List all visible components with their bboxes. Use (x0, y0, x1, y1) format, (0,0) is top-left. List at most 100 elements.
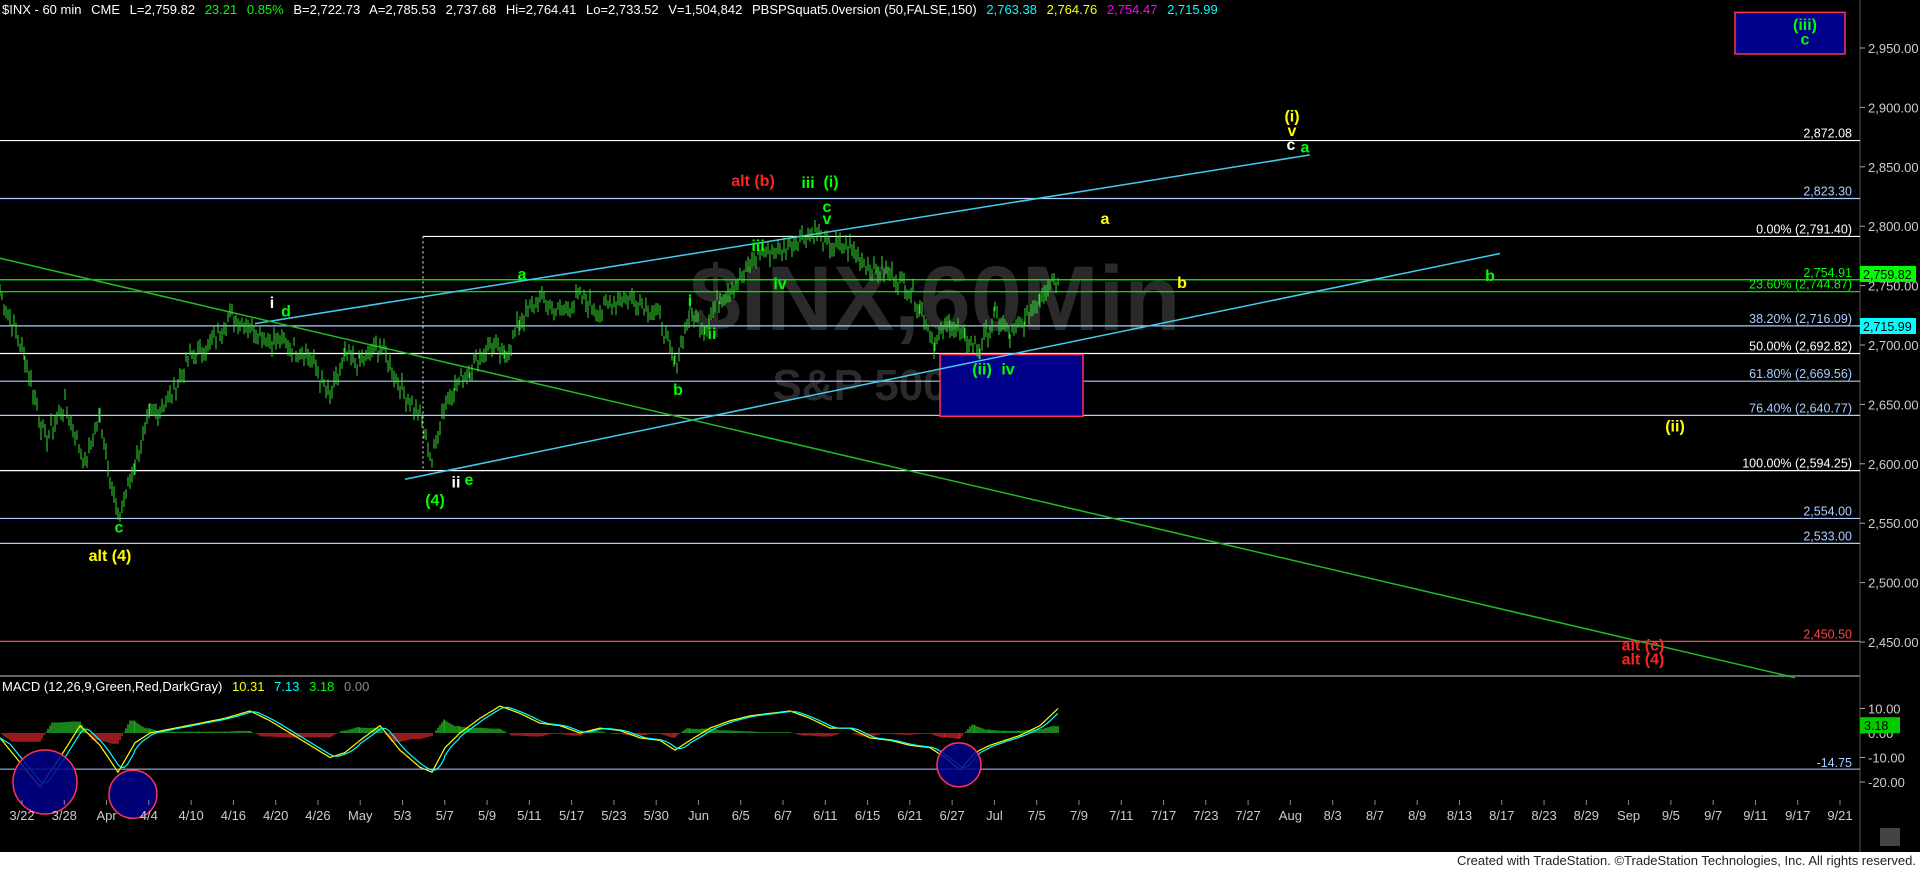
date-tick-label: 7/9 (1070, 808, 1088, 823)
exchange-label: CME (91, 2, 120, 17)
price-tick-label: 2,850.00 (1868, 160, 1919, 175)
open-value: 2,737.68 (445, 2, 497, 17)
price-tick-label: 2,800.00 (1868, 219, 1919, 234)
date-tick-label: 6/21 (897, 808, 922, 823)
date-tick-label: Jun (688, 808, 709, 823)
wave-label: ii (708, 326, 717, 343)
level-label: 2,533.00 (1803, 529, 1852, 543)
study-label: PBSPSquat5.0version (50,FALSE,150) (752, 2, 977, 17)
macd-header: MACD (12,26,9,Green,Red,DarkGray) 10.31 … (2, 679, 375, 694)
date-tick-label: 9/21 (1827, 808, 1852, 823)
level-label: 50.00% (2,692.82) (1749, 340, 1852, 354)
wave-label: b (673, 382, 683, 399)
price-tick-label: 2,700.00 (1868, 338, 1919, 353)
price-badge-label: 2,715.99 (1863, 320, 1912, 334)
macd-label: MACD (12,26,9,Green,Red,DarkGray) (2, 679, 223, 694)
price-tick-label: 2,650.00 (1868, 397, 1919, 412)
date-tick-label: Sep (1617, 808, 1640, 823)
study-value-3: 2,754.47 (1106, 2, 1158, 17)
price-tick-label: 2,950.00 (1868, 41, 1919, 56)
study-value-4: 2,715.99 (1167, 2, 1218, 17)
date-tick-label: 5/11 (517, 808, 541, 823)
date-tick-label: 8/23 (1531, 808, 1556, 823)
date-tick-label: 6/27 (939, 808, 964, 823)
wave-label: d (281, 303, 291, 320)
date-tick-label: 8/29 (1574, 808, 1599, 823)
wave-label: v (823, 211, 832, 228)
wave-label: i (270, 295, 274, 312)
wave-label: a (1101, 211, 1110, 228)
date-tick-label: 7/11 (1109, 808, 1133, 823)
date-tick-label: 6/7 (774, 808, 792, 823)
target-box (1734, 11, 1846, 55)
wave-label: alt (4) (1622, 652, 1665, 669)
level-label: 61.80% (2,669.56) (1749, 367, 1852, 381)
wave-label: (i) (823, 174, 838, 191)
wave-label: a (518, 267, 527, 284)
symbol-label: $INX - 60 min (2, 2, 82, 17)
date-tick-label: 9/5 (1662, 808, 1680, 823)
date-tick-label: 8/13 (1447, 808, 1472, 823)
level-label: 0.00% (2,791.40) (1756, 222, 1852, 236)
wave-label: c (115, 520, 124, 537)
wave-label: a (1301, 140, 1310, 157)
wave-label: i (688, 293, 692, 310)
date-tick-label: 6/15 (855, 808, 880, 823)
date-tick-label: Jul (986, 808, 1003, 823)
date-tick-label: 5/3 (393, 808, 411, 823)
wave-label: alt (4) (89, 548, 132, 565)
low-value: Lo=2,733.52 (585, 2, 659, 17)
wave-label: b (1177, 275, 1187, 292)
wave-label: iii (751, 238, 764, 255)
date-tick-label: May (348, 808, 373, 823)
date-tick-label: 6/11 (813, 808, 837, 823)
macd-tick-label: 10.00 (1868, 702, 1901, 717)
date-tick-label: 9/11 (1743, 808, 1767, 823)
macd-circle (12, 749, 78, 815)
level-label: 2,450.50 (1803, 627, 1852, 641)
macd-circle (936, 742, 982, 788)
wave-label: c (1287, 137, 1296, 154)
date-tick-label: 8/9 (1408, 808, 1426, 823)
date-tick-label: 8/3 (1324, 808, 1342, 823)
study-value-1: 2,763.38 (986, 2, 1037, 17)
date-tick-label: 4/16 (221, 808, 246, 823)
macd-tick-label: -10.00 (1868, 751, 1905, 766)
price-badge-label: 2,759.82 (1863, 268, 1912, 282)
date-tick-label: 7/27 (1235, 808, 1260, 823)
date-tick-label: 4/26 (305, 808, 330, 823)
wave-label: e (465, 472, 474, 489)
wave-label: iv (1001, 362, 1014, 379)
wave-label: (4) (425, 492, 445, 509)
date-tick-label: 3/22 (9, 808, 34, 823)
change-value: 23.21 (204, 2, 238, 17)
macd-tick-label: -20.00 (1868, 775, 1905, 790)
level-label: 2,872.08 (1803, 127, 1852, 141)
date-tick-label: 3/28 (52, 808, 77, 823)
price-tick-label: 2,500.00 (1868, 576, 1919, 591)
macd-value-4: 0.00 (344, 679, 370, 694)
level-label: 2,823.30 (1803, 185, 1852, 199)
date-tick-label: 6/5 (732, 808, 750, 823)
date-tick-label: 5/17 (559, 808, 584, 823)
date-tick-label: 5/9 (478, 808, 496, 823)
level-label: 100.00% (2,594.25) (1742, 457, 1852, 471)
study-value-2: 2,764.76 (1046, 2, 1098, 17)
date-tick-label: 8/7 (1366, 808, 1384, 823)
macd-value-3: 3.18 (309, 679, 335, 694)
level-label: 23.60% (2,744.87) (1749, 278, 1852, 292)
scrollbar-thumb[interactable] (1880, 828, 1900, 846)
wave-label: (ii) (972, 362, 992, 379)
macd-value-1: 10.31 (231, 679, 265, 694)
date-tick-label: 5/30 (644, 808, 669, 823)
date-tick-label: 7/17 (1151, 808, 1176, 823)
wave-label: alt (b) (731, 173, 775, 190)
change-pct: 0.85% (246, 2, 284, 17)
high-value: Hi=2,764.41 (505, 2, 577, 17)
date-tick-label: 5/23 (601, 808, 626, 823)
date-tick-label: 5/7 (436, 808, 454, 823)
date-tick-label: Aug (1279, 808, 1302, 823)
wave-label: ii (452, 475, 461, 492)
wave-label: (ii) (1665, 419, 1685, 436)
price-tick-label: 2,450.00 (1868, 635, 1919, 650)
